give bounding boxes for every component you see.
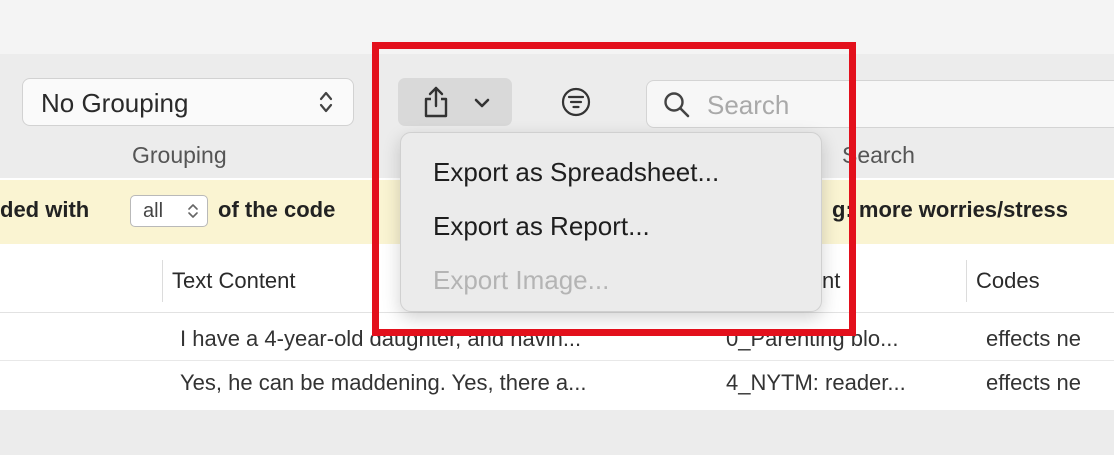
table-row[interactable]: Yes, he can be maddening. Yes, there a..…	[0, 362, 1114, 406]
cell-document: 4_NYTM: reader...	[726, 370, 906, 395]
cell-text-content: Yes, he can be maddening. Yes, there a..…	[180, 370, 587, 395]
grouping-caption: Grouping	[132, 142, 227, 168]
row-divider	[0, 360, 1114, 361]
filter-suffix-text: g: more worries/stress	[832, 197, 1068, 222]
highlight-box	[372, 42, 856, 336]
grouping-select-value: No Grouping	[41, 88, 189, 118]
up-down-chevron-icon	[319, 91, 333, 113]
filter-prefix-text: ded with	[0, 197, 90, 222]
column-header-codes[interactable]: Codes	[976, 268, 1040, 294]
column-separator[interactable]	[966, 260, 967, 302]
match-mode-select[interactable]: all	[130, 195, 208, 227]
grouping-select[interactable]: No Grouping	[22, 78, 354, 126]
filter-middle-text: of the code	[218, 197, 336, 222]
match-mode-value: all	[143, 200, 164, 222]
column-header-text-content[interactable]: Text Content	[172, 268, 296, 294]
column-separator[interactable]	[162, 260, 163, 302]
cell-codes: effects ne	[986, 326, 1081, 351]
cell-codes: effects ne	[986, 370, 1081, 395]
bottom-bar	[0, 410, 1114, 455]
up-down-chevron-icon	[188, 204, 198, 218]
